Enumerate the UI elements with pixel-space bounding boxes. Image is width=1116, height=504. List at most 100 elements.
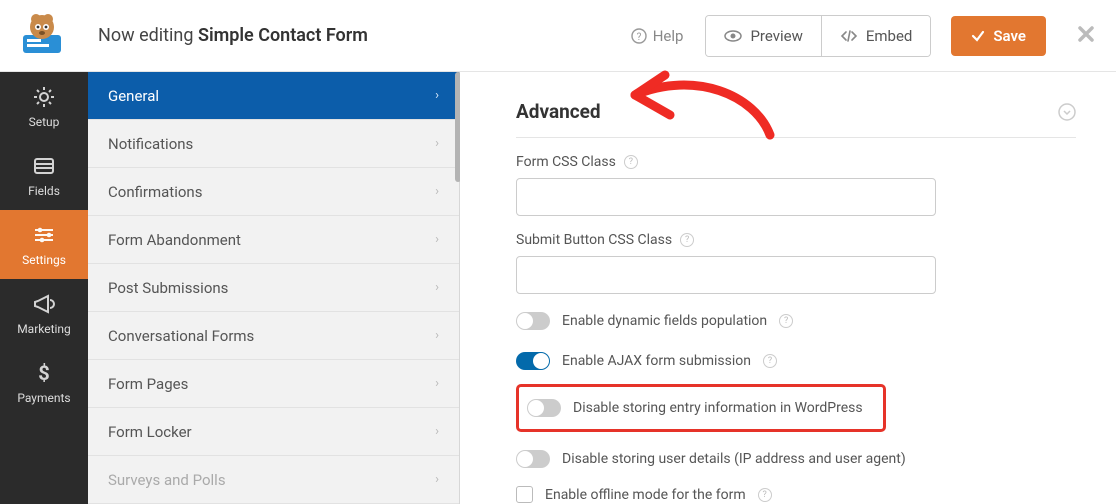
app-logo [14, 8, 70, 64]
settings-item-post-submissions[interactable]: Post Submissions › [88, 264, 459, 312]
settings-item-label: Post Submissions [108, 279, 228, 297]
chevron-right-icon: › [435, 232, 439, 247]
chevron-right-icon: › [435, 472, 439, 487]
field-form-css-class: Form CSS Class ? [516, 154, 1076, 216]
field-submit-css-class: Submit Button CSS Class ? [516, 232, 1076, 294]
rail-label: Fields [28, 184, 60, 198]
embed-label: Embed [866, 27, 913, 45]
close-button[interactable] [1076, 24, 1096, 48]
title-prefix: Now editing [98, 25, 198, 46]
toggle-dynamic-fields: Enable dynamic fields population ? [516, 308, 1076, 334]
field-label: Form CSS Class ? [516, 154, 1076, 170]
settings-item-label: Conversational Forms [108, 327, 254, 345]
megaphone-icon [32, 292, 56, 316]
label-text: Submit Button CSS Class [516, 232, 672, 248]
help-icon[interactable]: ? [624, 155, 638, 169]
svg-text:$: $ [38, 361, 49, 385]
save-button[interactable]: Save [951, 16, 1046, 56]
settings-item-confirmations[interactable]: Confirmations › [88, 168, 459, 216]
chevron-right-icon: › [435, 136, 439, 151]
section-header[interactable]: Advanced [516, 82, 1076, 138]
save-label: Save [993, 27, 1026, 45]
form-css-input[interactable] [516, 178, 936, 216]
section-title: Advanced [516, 100, 601, 123]
preview-embed-group: Preview Embed [705, 15, 931, 57]
settings-item-form-pages[interactable]: Form Pages › [88, 360, 459, 408]
chevron-right-icon: › [435, 328, 439, 343]
chevron-right-icon: › [435, 88, 439, 103]
toggle-ajax: Enable AJAX form submission ? [516, 348, 1076, 374]
toggle-switch[interactable] [516, 312, 550, 330]
highlight-annotation: Disable storing entry information in Wor… [516, 384, 886, 432]
eye-icon [724, 27, 742, 45]
check-icon [971, 29, 985, 43]
toggle-label: Enable dynamic fields population [562, 313, 767, 329]
settings-item-label: Notifications [108, 135, 193, 153]
page-title: Now editing Simple Contact Form [98, 25, 368, 46]
label-text: Form CSS Class [516, 154, 616, 170]
top-bar: Now editing Simple Contact Form ? Help P… [0, 0, 1116, 72]
help-icon[interactable]: ? [763, 354, 777, 368]
chevron-right-icon: › [435, 376, 439, 391]
gear-icon [32, 85, 56, 109]
checkbox-label: Enable offline mode for the form [545, 487, 746, 503]
sliders-icon [32, 223, 56, 247]
rail-label: Payments [17, 391, 70, 405]
toggle-label: Enable AJAX form submission [562, 353, 751, 369]
settings-item-label: Form Pages [108, 375, 188, 393]
settings-item-label: General [108, 87, 159, 105]
rail-label: Setup [29, 115, 60, 129]
field-label: Submit Button CSS Class ? [516, 232, 1076, 248]
settings-item-surveys-and-polls[interactable]: Surveys and Polls › [88, 456, 459, 504]
help-link[interactable]: ? Help [631, 27, 684, 45]
settings-item-notifications[interactable]: Notifications › [88, 120, 459, 168]
collapse-icon [1058, 103, 1076, 121]
settings-sub-panel: General › Notifications › Confirmations … [88, 72, 460, 504]
rail-item-settings[interactable]: Settings [0, 210, 88, 279]
dollar-icon: $ [32, 361, 56, 385]
rail-item-fields[interactable]: Fields [0, 141, 88, 210]
checkbox-offline-mode: Enable offline mode for the form ? [516, 486, 1076, 503]
toggle-switch[interactable] [527, 399, 561, 417]
help-icon[interactable]: ? [758, 488, 772, 502]
chevron-right-icon: › [435, 280, 439, 295]
settings-item-conversational-forms[interactable]: Conversational Forms › [88, 312, 459, 360]
help-icon: ? [631, 28, 647, 44]
settings-item-label: Form Abandonment [108, 231, 241, 249]
svg-text:?: ? [636, 32, 641, 43]
advanced-panel: Advanced Form CSS Class ? Submit Button … [516, 82, 1076, 503]
preview-label: Preview [750, 27, 802, 45]
help-icon[interactable]: ? [779, 314, 793, 328]
toggle-disable-entry: Disable storing entry information in Wor… [527, 395, 863, 421]
top-actions: ? Help Preview Embed Save [631, 15, 1096, 57]
fields-icon [32, 154, 56, 178]
preview-button[interactable]: Preview [706, 16, 820, 56]
rail-item-payments[interactable]: $ Payments [0, 348, 88, 417]
toggle-switch[interactable] [516, 450, 550, 468]
submit-css-input[interactable] [516, 256, 936, 294]
settings-item-form-locker[interactable]: Form Locker › [88, 408, 459, 456]
settings-item-label: Confirmations [108, 183, 202, 201]
rail-item-marketing[interactable]: Marketing [0, 279, 88, 348]
settings-item-general[interactable]: General › [88, 72, 459, 120]
left-rail: Setup Fields Settings Marketing $ Paymen… [0, 72, 88, 504]
rail-item-setup[interactable]: Setup [0, 72, 88, 141]
settings-item-form-abandonment[interactable]: Form Abandonment › [88, 216, 459, 264]
embed-button[interactable]: Embed [821, 16, 931, 56]
checkbox[interactable] [516, 486, 533, 503]
settings-item-label: Surveys and Polls [108, 471, 226, 489]
toggle-switch[interactable] [516, 352, 550, 370]
main-panel: Advanced Form CSS Class ? Submit Button … [460, 72, 1116, 504]
chevron-right-icon: › [435, 424, 439, 439]
code-icon [840, 27, 858, 45]
form-name: Simple Contact Form [198, 25, 368, 46]
close-icon [1076, 24, 1096, 44]
toggle-label: Disable storing user details (IP address… [562, 451, 906, 467]
toggle-disable-user: Disable storing user details (IP address… [516, 446, 1076, 472]
rail-label: Settings [22, 253, 66, 267]
rail-label: Marketing [17, 322, 71, 336]
toggle-label: Disable storing entry information in Wor… [573, 400, 863, 416]
help-icon[interactable]: ? [680, 233, 694, 247]
chevron-right-icon: › [435, 184, 439, 199]
help-label: Help [653, 27, 684, 45]
